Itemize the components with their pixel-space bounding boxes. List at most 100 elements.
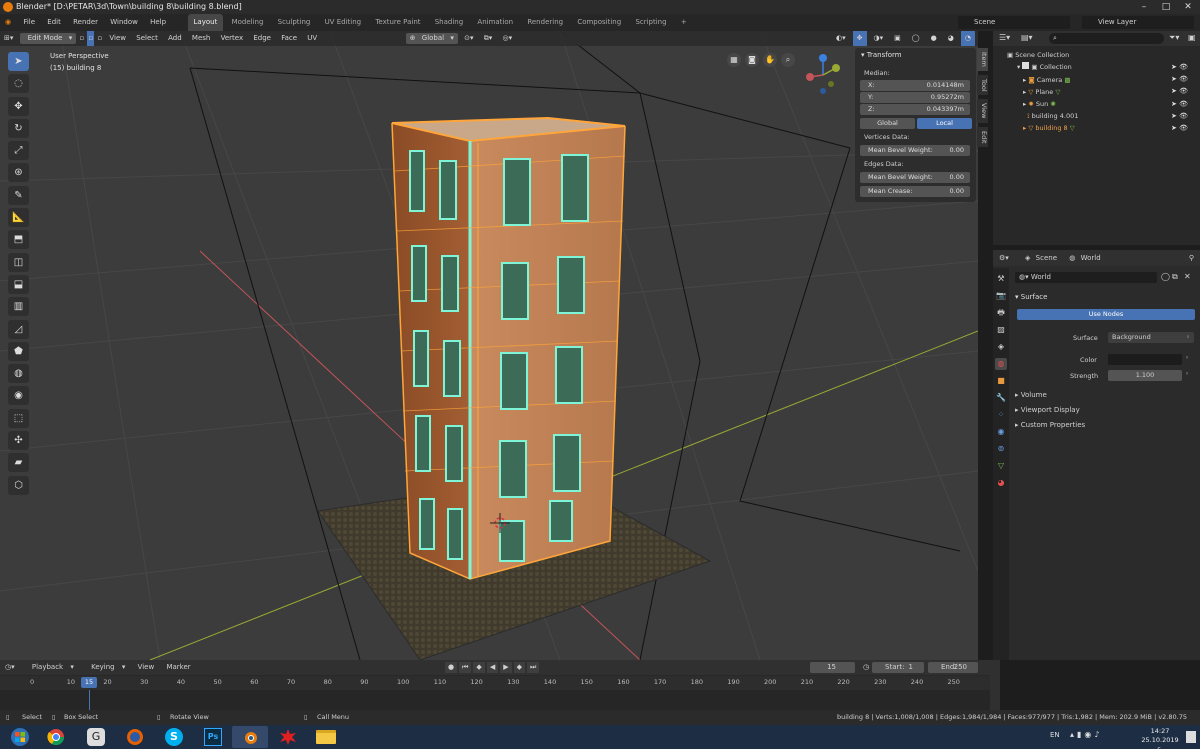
color-link-dot-icon[interactable]: ◦	[1185, 354, 1189, 362]
xray-icon[interactable]: ▣	[890, 31, 905, 46]
end-frame-field[interactable]: End: 250	[928, 662, 978, 673]
snap-icon[interactable]: ⧉▾	[480, 31, 497, 46]
tool-tab-icon[interactable]: ⚒	[995, 273, 1007, 285]
sidebar-tab-view[interactable]: View	[977, 99, 988, 123]
proportional-edit-icon[interactable]: ◎▾	[498, 31, 516, 46]
menu-timeline-view[interactable]: View	[133, 660, 160, 675]
menu-file[interactable]: File	[18, 14, 40, 31]
menu-render[interactable]: Render	[68, 14, 103, 31]
knife-tool-icon[interactable]: ◿	[8, 319, 29, 339]
object-tab-icon[interactable]: ■	[995, 375, 1007, 387]
menu-view[interactable]: View	[105, 31, 130, 46]
tab-modeling[interactable]: Modeling	[226, 14, 270, 31]
spin-tool-icon[interactable]: ◍	[8, 364, 29, 384]
timeline-ruler[interactable]: 0 10 20 30 40 50 60 70 80 90 100 110 120 130 140 150 160…	[0, 676, 990, 690]
clock[interactable]: 14:27 25.10.2019 г.	[1140, 727, 1180, 749]
jump-end-icon[interactable]: ⏭	[526, 662, 540, 673]
outliner-search-input[interactable]: ⌕	[1049, 33, 1164, 44]
scene-tab-icon[interactable]: ◈	[995, 341, 1007, 353]
next-keyframe-icon[interactable]: ◆	[513, 662, 525, 673]
paint-splat-app-icon[interactable]	[270, 726, 306, 748]
constraints-tab-icon[interactable]: ⊚	[995, 443, 1007, 455]
strength-link-dot-icon[interactable]: ◦	[1185, 370, 1189, 378]
file-explorer-icon[interactable]	[308, 726, 344, 748]
tab-layout[interactable]: Layout	[187, 14, 224, 31]
poly-build-tool-icon[interactable]: ⬟	[8, 341, 29, 361]
menu-marker[interactable]: Marker	[161, 660, 195, 675]
menu-keying[interactable]: Keying ▾	[81, 660, 130, 675]
edge-slide-tool-icon[interactable]: ⬚	[8, 408, 29, 428]
duplicate-icon[interactable]: ⧉	[1172, 272, 1178, 282]
current-frame-field[interactable]: 15	[810, 662, 855, 673]
fake-user-icon[interactable]: ◯	[1161, 272, 1170, 281]
timeline-track-area[interactable]	[0, 690, 990, 710]
camera-icon[interactable]: ◙	[745, 53, 759, 67]
filter-icon[interactable]: ⏷▾	[1169, 33, 1179, 43]
edge-bevel-weight-field[interactable]: Mean Bevel Weight: 0.00	[860, 172, 970, 183]
strength-field[interactable]: 1.100	[1108, 370, 1182, 381]
editor-type-icon[interactable]: ⊞▾	[0, 31, 17, 46]
display-mode-icon[interactable]: ▤▾	[1021, 33, 1033, 42]
blender-menu-icon[interactable]: ◉	[0, 14, 16, 31]
menu-face[interactable]: Face	[277, 31, 301, 46]
menu-mesh[interactable]: Mesh	[188, 31, 214, 46]
view-layer-selector[interactable]: View Layer	[1082, 16, 1194, 29]
firefox-icon[interactable]	[117, 726, 153, 748]
pan-hand-icon[interactable]: ✋	[763, 53, 777, 67]
shrink-fatten-tool-icon[interactable]: ✣	[8, 431, 29, 451]
median-z-field[interactable]: Z: 0.043397m	[860, 104, 970, 115]
use-nodes-button[interactable]: Use Nodes	[1017, 309, 1195, 320]
inset-tool-icon[interactable]: ◫	[8, 252, 29, 272]
shading-wireframe-icon[interactable]: ◯	[908, 31, 924, 46]
navigation-gizmo[interactable]	[806, 54, 840, 94]
tab-texture-paint[interactable]: Texture Paint	[369, 14, 426, 31]
tab-uv-editing[interactable]: UV Editing	[319, 14, 368, 31]
unlink-icon[interactable]: ✕	[1184, 272, 1191, 281]
menu-uv[interactable]: UV	[303, 31, 321, 46]
list-item[interactable]: ▸ ◙ Camera ▩	[993, 74, 1200, 86]
3d-viewport[interactable]: User Perspective (15) building 8 ▦ ◙ ✋ ⌕	[0, 31, 978, 660]
loop-cut-tool-icon[interactable]: ▥	[8, 297, 29, 317]
scale-tool-icon[interactable]: ⤢	[8, 141, 29, 161]
list-item[interactable]: ▸ ✹ Sun ✺	[993, 98, 1200, 110]
start-button-icon[interactable]	[2, 726, 38, 748]
pin-icon[interactable]: ⚲	[1189, 250, 1194, 266]
photoshop-icon[interactable]: Ps	[195, 726, 231, 748]
render-tab-icon[interactable]: 📷	[995, 290, 1007, 302]
material-tab-icon[interactable]: ◕	[995, 477, 1007, 489]
menu-playback[interactable]: Playback ▾	[22, 660, 79, 675]
jump-start-icon[interactable]: ⏮	[459, 662, 472, 673]
chrome-icon[interactable]	[38, 726, 74, 748]
record-icon[interactable]: ●	[445, 662, 458, 673]
mean-crease-field[interactable]: Mean Crease: 0.00	[860, 186, 970, 197]
local-toggle-button[interactable]: Local	[917, 118, 972, 129]
shading-rendered-icon[interactable]: ◔	[960, 31, 975, 46]
new-collection-icon[interactable]: ▣	[1188, 33, 1196, 42]
scene-collection-row[interactable]: ▣ Scene Collection	[993, 49, 1200, 61]
list-item[interactable]: ▸ ▽ Plane ▽	[993, 86, 1200, 98]
view-layer-tab-icon[interactable]: ▨	[995, 324, 1007, 336]
menu-edit[interactable]: Edit	[42, 14, 66, 31]
extrude-tool-icon[interactable]: ⬒	[8, 230, 29, 250]
tab-shading[interactable]: Shading	[429, 14, 469, 31]
select-mode-vertex-icon[interactable]: ▫	[78, 31, 85, 46]
surface-shader-select[interactable]: Background ◦	[1108, 332, 1194, 343]
select-mode-edge-icon[interactable]: ▫	[87, 31, 95, 46]
language-indicator[interactable]: EN	[1050, 731, 1060, 739]
modifier-tab-icon[interactable]: 🔧	[995, 392, 1007, 404]
shading-material-icon[interactable]: ◕	[944, 31, 958, 46]
tray-icons[interactable]: ▴▮◉♪	[1070, 730, 1103, 739]
maximize-icon[interactable]: □	[1155, 0, 1177, 14]
menu-window[interactable]: Window	[105, 14, 143, 31]
transform-orientation-selector[interactable]: ⊕ Global ▾	[405, 33, 458, 44]
select-toggle-icon[interactable]: ➤ 👁	[1171, 85, 1196, 97]
color-swatch[interactable]	[1108, 354, 1182, 365]
zoom-icon[interactable]: ⌕	[781, 53, 795, 67]
select-toggle-icon[interactable]: ➤ 👁	[1171, 73, 1196, 85]
select-toggle-icon[interactable]: ➤ 👁	[1171, 122, 1196, 134]
tab-rendering[interactable]: Rendering	[521, 14, 569, 31]
sidebar-tab-edit[interactable]: Edit	[977, 126, 988, 148]
timeline-editor-type-icon[interactable]: ◷▾	[0, 660, 20, 675]
playhead-frame-indicator[interactable]: 15	[81, 677, 97, 688]
list-item[interactable]: ⟟ building 4.001	[993, 110, 1200, 122]
